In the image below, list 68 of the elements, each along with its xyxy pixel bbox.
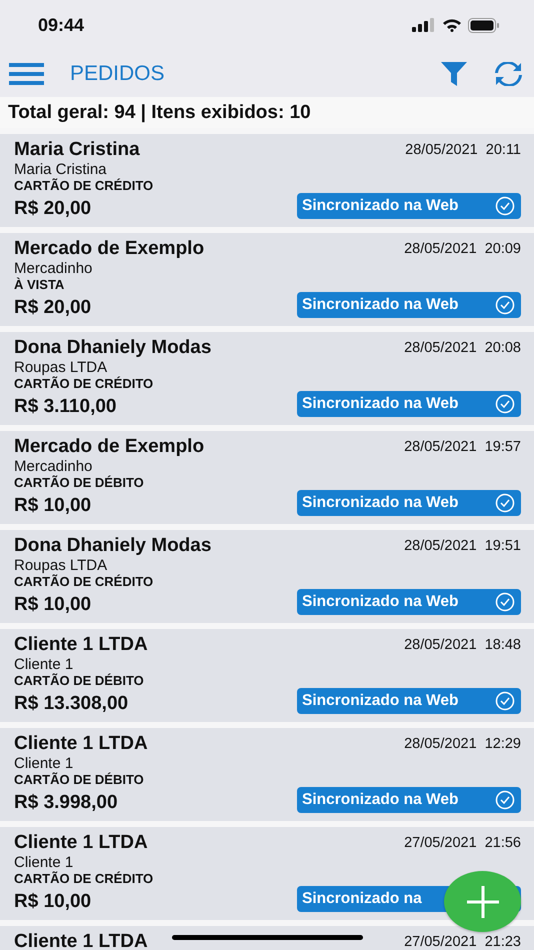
order-date: 27/05/2021 21:56 [404, 835, 521, 851]
order-total: R$ 3.998,00 [14, 792, 118, 814]
order-card[interactable]: Mercado de Exemplo 28/05/2021 20:09 Mercadinho À VISTA R$ 20,00 Sincronizado na Web [0, 233, 534, 326]
order-card[interactable]: Cliente 1 LTDA 27/05/2021 21:23 [0, 926, 534, 950]
order-total: R$ 10,00 [14, 891, 92, 913]
order-date: 28/05/2021 19:51 [404, 538, 521, 554]
company-name: Cliente 1 [14, 755, 74, 772]
status-time: 09:44 [38, 14, 84, 36]
company-name: Mercadinho [14, 458, 92, 475]
company-name: Cliente 1 [14, 656, 74, 673]
company-name: Mercadinho [14, 260, 92, 277]
payment-method: CARTÃO DE DÉBITO [14, 772, 144, 787]
order-total: R$ 20,00 [14, 297, 92, 319]
order-date: 28/05/2021 12:29 [404, 736, 521, 752]
customer-name: Dona Dhaniely Modas [14, 337, 212, 359]
payment-method: CARTÃO DE DÉBITO [14, 475, 144, 490]
order-total: R$ 3.110,00 [14, 396, 116, 418]
customer-name: Dona Dhaniely Modas [14, 535, 212, 557]
order-date: 28/05/2021 20:11 [405, 142, 521, 158]
payment-method: CARTÃO DE CRÉDITO [14, 376, 154, 391]
menu-icon[interactable] [9, 62, 44, 84]
order-date: 27/05/2021 21:23 [404, 934, 521, 950]
payment-method: À VISTA [14, 277, 64, 292]
sync-status-text: Sincronizado na Web [302, 494, 458, 512]
order-card[interactable]: Maria Cristina 28/05/2021 20:11 Maria Cristina CARTÃO DE CRÉDITO R$ 20,00 Sincronizado na Web [0, 134, 534, 227]
payment-method: CARTÃO DE CRÉDITO [14, 574, 154, 589]
order-date: 28/05/2021 20:08 [404, 340, 521, 356]
payment-method: CARTÃO DE DÉBITO [14, 673, 144, 688]
sync-status-text: Sincronizado na Web [302, 692, 458, 710]
refresh-icon[interactable] [495, 62, 522, 86]
order-card[interactable]: Mercado de Exemplo 28/05/2021 19:57 Mercadinho CARTÃO DE DÉBITO R$ 10,00 Sincronizado na Web [0, 431, 534, 524]
payment-method: CARTÃO DE CRÉDITO [14, 871, 154, 886]
order-card[interactable]: Cliente 1 LTDA 27/05/2021 21:56 Cliente 1 CARTÃO DE CRÉDITO R$ 10,00 Sincronizado na [0, 827, 534, 920]
order-total: R$ 13.308,00 [14, 693, 128, 715]
company-name: Roupas LTDA [14, 359, 108, 376]
wifi-icon [442, 18, 462, 32]
sync-status-text: Sincronizado na [302, 890, 422, 908]
customer-name: Mercado de Exemplo [14, 436, 204, 458]
screen-title: PEDIDOS [70, 62, 166, 86]
company-name: Maria Cristina [14, 161, 107, 178]
order-card[interactable]: Cliente 1 LTDA 28/05/2021 18:48 Cliente 1 CARTÃO DE DÉBITO R$ 13.308,00 Sincronizado na Web [0, 629, 534, 722]
plus-icon [464, 884, 500, 920]
order-card[interactable]: Dona Dhaniely Modas 28/05/2021 19:51 Roupas LTDA CARTÃO DE CRÉDITO R$ 10,00 Sincronizado na Web [0, 530, 534, 623]
payment-method: CARTÃO DE CRÉDITO [14, 178, 154, 193]
customer-name: Cliente 1 LTDA [14, 733, 148, 755]
sync-status-text: Sincronizado na Web [302, 197, 458, 215]
order-total: R$ 10,00 [14, 495, 92, 517]
signal-icon [412, 18, 436, 32]
sync-status-text: Sincronizado na Web [302, 395, 458, 413]
company-name: Roupas LTDA [14, 557, 108, 574]
order-card[interactable]: Dona Dhaniely Modas 28/05/2021 20:08 Roupas LTDA CARTÃO DE CRÉDITO R$ 3.110,00 Sincronizado na Web [0, 332, 534, 425]
order-date: 28/05/2021 20:09 [404, 241, 521, 257]
customer-name: Cliente 1 LTDA [14, 634, 148, 656]
sync-status-text: Sincronizado na Web [302, 593, 458, 611]
filter-icon[interactable] [441, 62, 467, 86]
customer-name: Maria Cristina [14, 139, 140, 161]
order-total: R$ 10,00 [14, 594, 92, 616]
order-date: 28/05/2021 18:48 [404, 637, 521, 653]
sync-status-text: Sincronizado na Web [302, 296, 458, 314]
order-total: R$ 20,00 [14, 198, 92, 220]
sync-status-text: Sincronizado na Web [302, 791, 458, 809]
battery-icon [468, 18, 500, 32]
customer-name: Cliente 1 LTDA [14, 931, 148, 950]
order-date: 28/05/2021 19:57 [404, 439, 521, 455]
company-name: Cliente 1 [14, 854, 74, 871]
customer-name: Mercado de Exemplo [14, 238, 204, 260]
customer-name: Cliente 1 LTDA [14, 832, 148, 854]
order-card[interactable]: Cliente 1 LTDA 28/05/2021 12:29 Cliente 1 CARTÃO DE DÉBITO R$ 3.998,00 Sincronizado na Web [0, 728, 534, 821]
